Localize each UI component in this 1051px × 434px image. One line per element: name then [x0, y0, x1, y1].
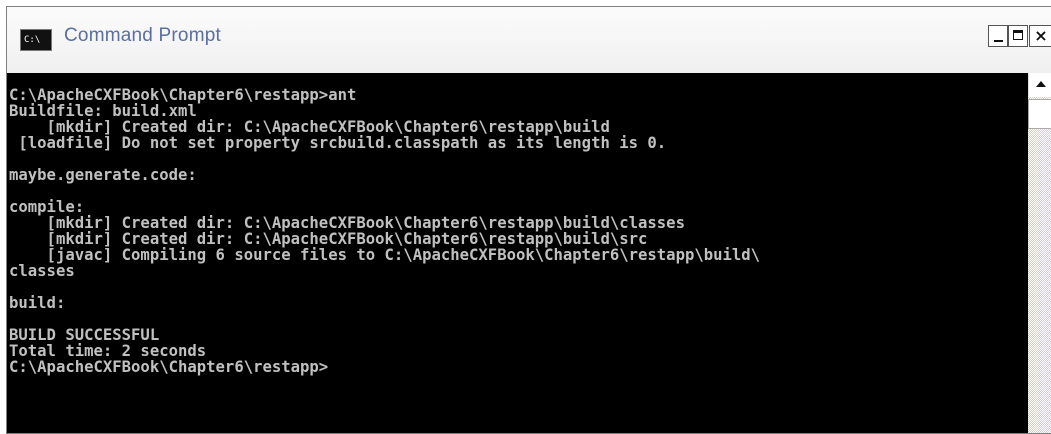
console-line: C:\ApacheCXFBook\Chapter6\restapp>	[9, 358, 329, 376]
console-text: C:\ApacheCXFBook\Chapter6\restapp>ant Bu…	[7, 73, 1028, 375]
scroll-thumb[interactable]	[1028, 99, 1051, 129]
title-bar[interactable]: C:\ Command Prompt ×	[7, 7, 1051, 79]
title-bar-inner: C:\ Command Prompt ×	[7, 7, 1051, 73]
command-prompt-icon[interactable]: C:\	[20, 29, 52, 51]
minimize-icon	[994, 40, 1003, 42]
console-output[interactable]: C:\ApacheCXFBook\Chapter6\restapp>ant Bu…	[7, 73, 1028, 433]
console-line: [javac] Compiling 6 source files to C:\A…	[9, 246, 761, 264]
console-line: build:	[9, 294, 66, 312]
console-line: maybe.generate.code:	[9, 166, 197, 184]
up-arrow-icon	[1036, 81, 1046, 87]
console-line: classes	[9, 262, 75, 280]
close-button[interactable]: ×	[1029, 25, 1051, 47]
close-icon: ×	[1034, 26, 1048, 45]
maximize-button[interactable]	[1008, 25, 1028, 47]
maximize-icon	[1013, 30, 1023, 40]
window-title: Command Prompt	[64, 25, 221, 46]
minimize-button[interactable]	[988, 25, 1008, 47]
console-line: [loadfile] Do not set property srcbuild.…	[9, 134, 667, 152]
command-prompt-window: C:\ Command Prompt × C:\ApacheCXFBook\Ch…	[6, 6, 1051, 434]
scroll-up-button[interactable]	[1028, 73, 1051, 97]
vertical-scrollbar[interactable]	[1028, 73, 1051, 433]
